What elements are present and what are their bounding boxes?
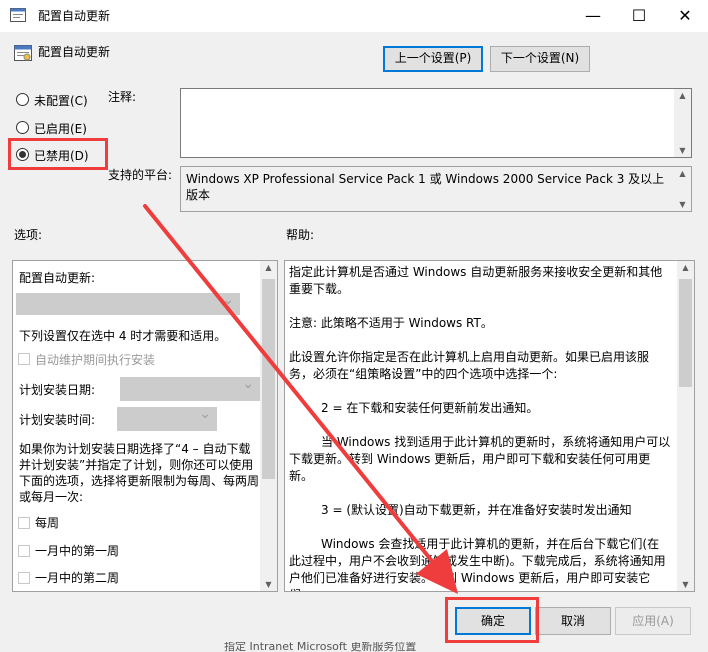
maintenance-checkbox[interactable]	[18, 353, 30, 365]
help-scrollbar[interactable]: ▲ ▼	[677, 261, 694, 591]
minimize-button[interactable]: —	[570, 0, 616, 32]
apply-button[interactable]: 应用(A)	[615, 607, 691, 635]
scroll-up-icon[interactable]: ▲	[674, 91, 691, 100]
title-bar: 配置自动更新 — ☐ ✕	[0, 0, 708, 32]
scroll-down-icon[interactable]: ▼	[674, 146, 691, 155]
supported-box: Windows XP Professional Service Pack 1 或…	[180, 166, 692, 212]
close-icon: ✕	[678, 6, 692, 25]
help-paragraph: 当 Windows 找到适用于此计算机的更新时，系统将通知用户可以下载更新。转到…	[289, 435, 671, 483]
scroll-thumb[interactable]	[262, 279, 275, 479]
supported-scrollbar[interactable]: ▲ ▼	[674, 167, 691, 211]
policy-settings-icon	[14, 45, 32, 61]
options-panel: 配置自动更新: 下列设置仅在选中 4 时才需要和适用。 自动维护期间执行安装 计…	[12, 260, 278, 592]
scroll-up-icon[interactable]: ▲	[674, 169, 691, 178]
minimize-icon: —	[585, 6, 601, 25]
help-paragraph: 指定此计算机是否通过 Windows 自动更新服务来接收安全更新和其他重要下载。	[289, 265, 663, 296]
schedule-paragraph: 如果你为计划安装日期选择了“4 – 自动下载并计划安装”并指定了计划，则你还可以…	[19, 442, 260, 504]
help-panel: 指定此计算机是否通过 Windows 自动更新服务来接收安全更新和其他重要下载。…	[284, 260, 695, 592]
weekly-checkbox[interactable]	[18, 517, 30, 529]
supported-value: Windows XP Professional Service Pack 1 或…	[186, 172, 665, 202]
install-day-label: 计划安装日期:	[19, 383, 96, 397]
help-paragraph: Windows 会查找适用于此计算机的更新，并在后台下载它们(在此过程中，用户不…	[289, 537, 666, 591]
help-paragraph: 2 = 在下载和安装任何更新前发出通知。	[321, 401, 539, 415]
radio-label: 已启用(E)	[34, 122, 87, 136]
background-window-text: 指定 Intranet Microsoft 更新服务位置	[224, 642, 417, 652]
help-paragraph: 3 = (默认设置)自动下载更新，并在准备好安装时发出通知	[321, 503, 632, 517]
radio-label: 未配置(C)	[34, 94, 88, 108]
radio-not-configured[interactable]: 未配置(C)	[16, 92, 106, 108]
highlight-ok-annotation	[445, 597, 539, 643]
second-week-checkbox[interactable]	[18, 572, 30, 584]
install-time-label: 计划安装时间:	[19, 413, 96, 427]
help-paragraph: 此设置允许你指定是否在此计算机上启用自动更新。如果已启用该服务，必须在“组策略设…	[289, 350, 650, 381]
help-label: 帮助:	[286, 228, 315, 242]
weekly-label: 每周	[35, 516, 60, 530]
scroll-up-icon[interactable]: ▲	[260, 263, 277, 272]
scroll-up-icon[interactable]: ▲	[677, 263, 694, 272]
comment-textarea[interactable]: ▲ ▼	[180, 88, 692, 158]
close-button[interactable]: ✕	[662, 0, 708, 32]
maximize-button[interactable]: ☐	[616, 0, 662, 32]
dialog-window: 配置自动更新 — ☐ ✕ 配置自动更新 上一个设置(P) 下一个设置(N) 未配…	[0, 0, 708, 652]
setting-title: 配置自动更新	[38, 45, 111, 59]
supported-label: 支持的平台:	[108, 168, 173, 182]
previous-setting-button[interactable]: 上一个设置(P)	[383, 46, 483, 72]
second-week-label: 一月中的第二周	[35, 571, 120, 585]
configure-updates-label: 配置自动更新:	[19, 271, 96, 285]
scroll-down-icon[interactable]: ▼	[260, 580, 277, 589]
scroll-thumb[interactable]	[679, 279, 692, 387]
options-label: 选项:	[14, 228, 43, 242]
window-title: 配置自动更新	[38, 9, 111, 23]
comment-label: 注释:	[108, 90, 137, 104]
install-time-dropdown[interactable]	[117, 406, 217, 431]
cancel-button[interactable]: 取消	[535, 607, 611, 635]
help-paragraph: 注意: 此策略不适用于 Windows RT。	[289, 316, 493, 330]
comment-scrollbar[interactable]: ▲ ▼	[674, 89, 691, 157]
options-scrollbar[interactable]: ▲ ▼	[260, 261, 277, 591]
maintenance-checkbox-label: 自动维护期间执行安装	[35, 353, 156, 367]
radio-enabled[interactable]: 已启用(E)	[16, 120, 106, 136]
scroll-down-icon[interactable]: ▼	[674, 200, 691, 209]
help-content: 指定此计算机是否通过 Windows 自动更新服务来接收安全更新和其他重要下载。…	[289, 264, 671, 591]
maximize-icon: ☐	[631, 6, 647, 25]
radio-circle[interactable]	[16, 93, 29, 106]
first-week-checkbox[interactable]	[18, 545, 30, 557]
next-setting-button[interactable]: 下一个设置(N)	[490, 46, 590, 72]
radio-circle[interactable]	[16, 121, 29, 134]
install-day-dropdown[interactable]	[120, 376, 260, 401]
required-note: 下列设置仅在选中 4 时才需要和适用。	[19, 329, 227, 343]
scroll-down-icon[interactable]: ▼	[677, 580, 694, 589]
highlight-disabled-annotation	[8, 138, 108, 170]
first-week-label: 一月中的第一周	[35, 544, 120, 558]
configure-updates-dropdown[interactable]	[16, 292, 240, 315]
policy-settings-icon	[10, 8, 26, 22]
